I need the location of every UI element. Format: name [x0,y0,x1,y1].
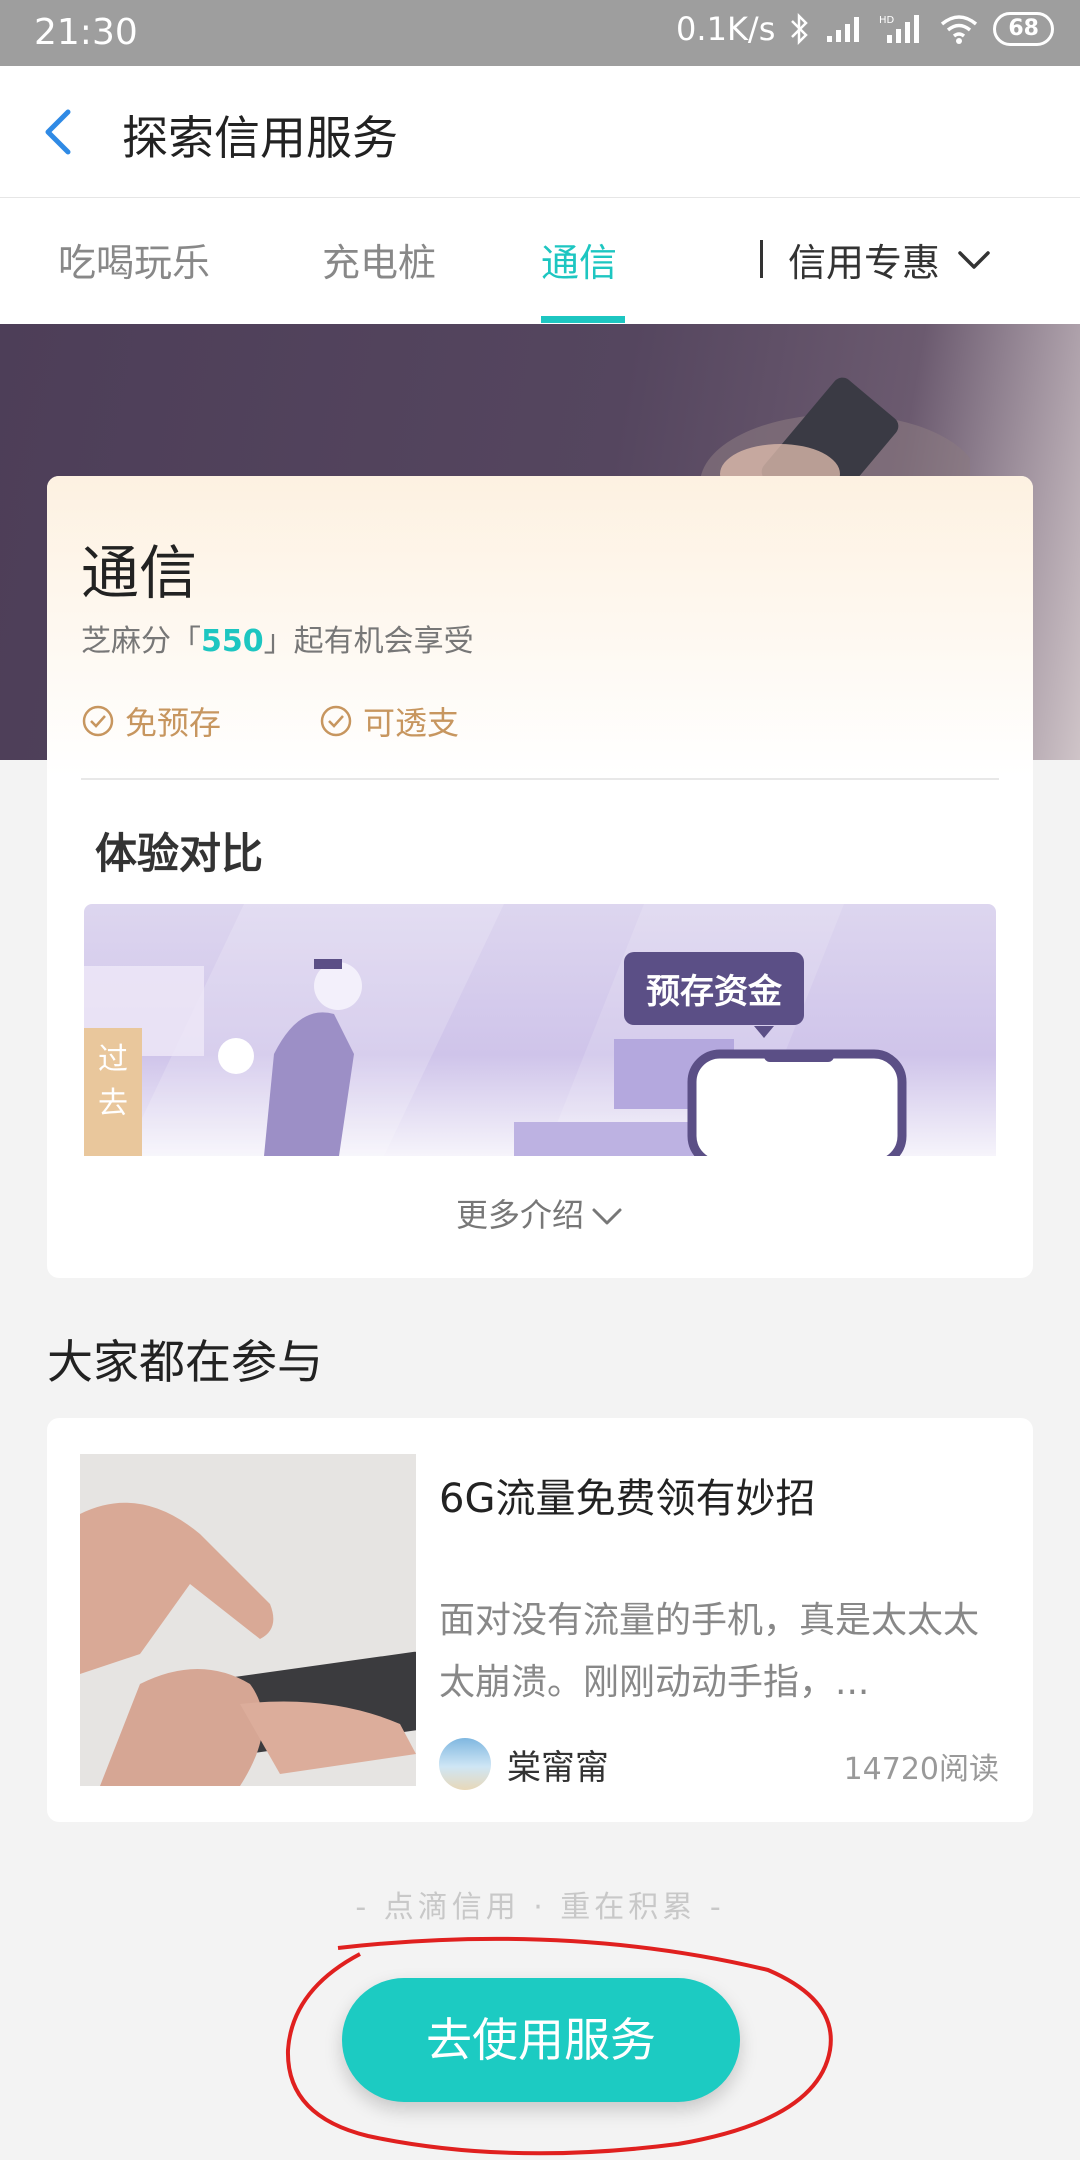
status-time: 21:30 [34,12,138,53]
chevron-down-icon [592,1208,622,1225]
tab-credit-deals-label: 信用专惠 [788,241,941,285]
more-intro-label: 更多介绍 [455,1196,584,1234]
net-speed: 0.1K/s [676,10,776,48]
category-tabs: 吃喝玩乐 充电桩 通信 信用专惠 [0,198,1080,324]
subtitle-suffix: 」起有机会享受 [263,624,474,659]
hand-phone-thumbnail [80,1454,416,1786]
check-circle-icon [82,705,114,737]
status-icons: 0.1K/s HD 68 [676,10,1054,48]
service-card: 通信 芝麻分「550」起有机会享受 免预存 可透支 体验对比 预存资金 过去 更… [47,476,1033,1278]
tab-charging-pile[interactable]: 充电桩 [322,232,436,287]
service-title: 通信 [81,539,198,607]
status-bar: 21:30 0.1K/s HD 68 [0,0,1080,66]
service-subtitle: 芝麻分「550」起有机会享受 [81,616,474,660]
tab-credit-deals-dropdown[interactable]: 信用专惠 [788,232,992,287]
past-label: 过去 [84,1028,142,1156]
article-title: 6G流量免费领有妙招 [439,1476,816,1522]
article-thumbnail [80,1454,416,1786]
signal-icon [827,17,860,42]
prepaid-funds-bubble: 预存资金 [624,952,804,1025]
tab-eat-drink-play[interactable]: 吃喝玩乐 [58,232,210,287]
sesame-score: 550 [201,624,264,659]
bluetooth-icon [791,12,809,46]
feature-label: 免预存 [125,704,222,742]
chevron-down-icon [958,250,990,269]
page-title: 探索信用服务 [122,111,398,165]
active-tab-indicator [541,316,625,323]
article-author: 棠甯甯 [507,1748,609,1788]
feature-overdraft: 可透支 [319,698,459,744]
subtitle-prefix: 芝麻分「 [81,624,201,659]
participate-section-title: 大家都在参与 [47,1335,323,1389]
wifi-icon [941,15,978,44]
more-intro-button[interactable]: 更多介绍 [47,1190,1033,1236]
divider [81,778,999,780]
svg-text:HD: HD [879,15,895,26]
illustration-graphic [84,904,907,1156]
compare-illustration: 预存资金 过去 [84,904,996,1156]
battery-icon: 68 [993,12,1054,46]
nav-bar: 探索信用服务 [0,66,1080,198]
check-circle-icon [320,705,352,737]
article-card[interactable]: 6G流量免费领有妙招 面对没有流量的手机，真是太太太太崩溃。刚刚动动手指，...… [47,1418,1033,1822]
back-arrow-icon[interactable] [36,106,84,158]
tab-telecom[interactable]: 通信 [541,232,617,287]
feature-no-deposit: 免预存 [81,698,221,744]
hd-signal-icon: HD [879,15,920,43]
avatar [439,1738,491,1790]
tab-divider [760,240,763,278]
article-read-count: 14720阅读 [843,1752,999,1787]
use-service-button[interactable]: 去使用服务 [342,1978,740,2102]
compare-title: 体验对比 [95,829,264,878]
feature-label: 可透支 [363,704,460,742]
article-description: 面对没有流量的手机，真是太太太太崩溃。刚刚动动手指，... [439,1600,980,1703]
slogan: - 点滴信用 · 重在积累 - [355,1890,725,1925]
